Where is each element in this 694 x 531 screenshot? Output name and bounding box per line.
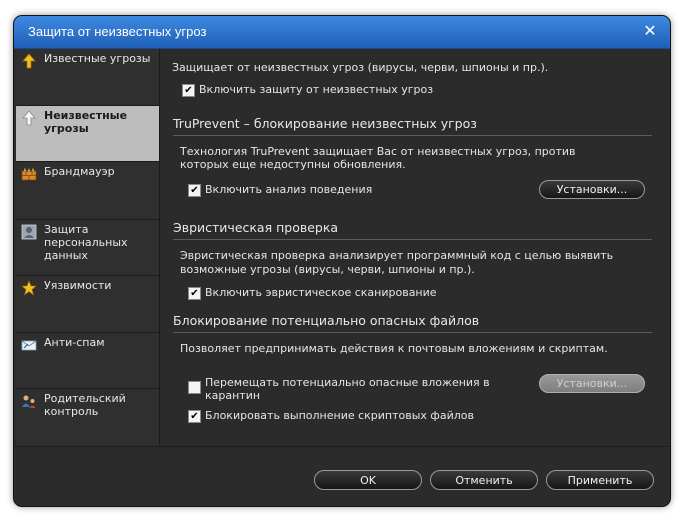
title-bar[interactable]: Защита от неизвестных угроз ✕	[14, 16, 670, 49]
sidebar-item-firewall[interactable]: Брандмауэр	[16, 162, 159, 220]
apply-button[interactable]: Применить	[546, 470, 654, 490]
checkbox-box[interactable]: ✔	[188, 410, 201, 423]
blocking-heading: Блокирование потенциально опасных файлов	[173, 313, 652, 333]
checkbox-box[interactable]: ✔	[188, 287, 201, 300]
mail-icon	[21, 340, 37, 351]
cancel-button[interactable]: Отменить	[430, 470, 538, 490]
sidebar-item-parental-control[interactable]: Родительский контроль	[16, 389, 159, 445]
sidebar-item-unknown-threats[interactable]: Неизвестные угрозы	[16, 106, 159, 162]
intro-text: Защищает от неизвестных угроз (вирусы, ч…	[172, 61, 549, 74]
truprevent-description-line2: которых еще недоступны обновления.	[180, 158, 406, 171]
sidebar-item-label: Анти-спам	[44, 336, 105, 349]
checkbox-label: Включить эвристическое сканирование	[205, 286, 437, 299]
sidebar-item-label: Уязвимости	[44, 279, 112, 292]
star-icon	[21, 280, 37, 296]
checkbox-box[interactable]: ✔	[182, 84, 195, 97]
footer-divider	[14, 446, 670, 447]
blocking-settings-button[interactable]: Установки...	[539, 374, 645, 393]
sidebar-item-vulnerabilities[interactable]: Уязвимости	[16, 276, 159, 333]
truprevent-description-line1: Технология TruPrevent защищает Вас от не…	[180, 145, 576, 158]
firewall-icon	[21, 167, 37, 181]
truprevent-settings-button[interactable]: Установки...	[539, 180, 645, 199]
truprevent-heading: TruPrevent – блокирование неизвестных уг…	[173, 116, 652, 136]
parental-control-icon	[22, 395, 36, 408]
sidebar-item-personal-data[interactable]: Защита персональных данных	[16, 220, 159, 276]
dialog-window: Защита от неизвестных угроз ✕ Известные …	[14, 16, 670, 506]
close-icon[interactable]: ✕	[640, 21, 660, 41]
heuristic-heading: Эвристическая проверка	[173, 220, 652, 240]
sidebar-item-label: Родительский контроль	[44, 392, 126, 418]
heuristic-description-line2: возможные угрозы (вирусы, черви, шпионы …	[180, 263, 475, 276]
sidebar-item-antispam[interactable]: Анти-спам	[16, 333, 159, 389]
checkbox-label: Блокировать выполнение скриптовых файлов	[205, 409, 474, 422]
heuristic-description-line1: Эвристическая проверка анализирует прогр…	[180, 249, 614, 262]
checkbox-label: Включить защиту от неизвестных угроз	[199, 83, 434, 96]
checkbox-box[interactable]	[188, 381, 201, 394]
blocking-description: Позволяет предпринимать действия к почто…	[180, 342, 608, 355]
sidebar-item-known-threats[interactable]: Известные угрозы	[16, 49, 159, 106]
checkbox-label-line2: карантин	[205, 389, 261, 402]
ok-button[interactable]: OK	[314, 470, 422, 490]
window-title: Защита от неизвестных угроз	[28, 24, 207, 39]
sidebar-item-label: Брандмауэр	[44, 165, 115, 178]
arrow-up-icon	[22, 110, 36, 126]
settings-panel: Защищает от неизвестных угроз (вирусы, ч…	[160, 49, 668, 445]
checkbox-label-line1: Перемещать потенциально опасные вложения…	[205, 376, 490, 389]
personal-data-icon	[21, 224, 37, 240]
sidebar-item-label: Защита персональных данных	[44, 223, 128, 262]
sidebar-item-label: Известные угрозы	[44, 52, 151, 65]
sidebar-item-label: Неизвестные угрозы	[44, 109, 128, 135]
arrow-up-icon	[22, 53, 36, 69]
sidebar-nav: Известные угрозы Неизвестные угрозы Бран…	[16, 49, 160, 445]
checkbox-box[interactable]: ✔	[188, 184, 201, 197]
checkbox-label: Включить анализ поведения	[205, 183, 373, 196]
